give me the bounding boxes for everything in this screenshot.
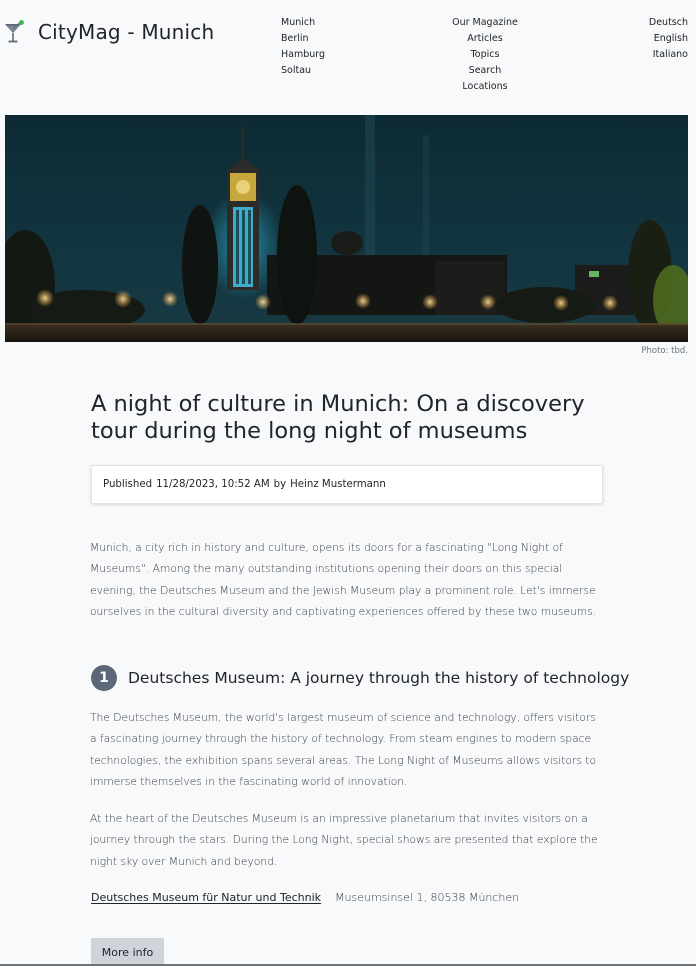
nav-city-soltau[interactable]: Soltau: [281, 63, 325, 79]
location-link[interactable]: Deutsches Museum für Natur und Technik: [91, 891, 321, 904]
lang-italiano[interactable]: Italiano: [649, 47, 688, 63]
nav-articles[interactable]: Articles: [448, 31, 522, 47]
hero-image: [5, 115, 688, 342]
nav-city-berlin[interactable]: Berlin: [281, 31, 325, 47]
nav-topics[interactable]: Topics: [448, 47, 522, 63]
location-address: Museumsinsel 1, 80538 München: [335, 891, 520, 904]
nav-search[interactable]: Search: [448, 63, 522, 79]
nav-our-magazine[interactable]: Our Magazine: [448, 15, 522, 31]
section-title: Deutsches Museum: A journey through the …: [128, 669, 630, 687]
article-title: A night of culture in Munich: On a disco…: [91, 391, 585, 444]
publication-info: Published 11/28/2023, 10:52 AM by Heinz …: [91, 465, 603, 504]
lang-english[interactable]: English: [649, 31, 688, 47]
nav-city-munich[interactable]: Munich: [281, 15, 325, 31]
nav-cities: Munich Berlin Hamburg Soltau: [281, 15, 325, 79]
section-paragraph: The Deutsches Museum, the world's larges…: [90, 711, 597, 788]
published-date: 11/28/2023, 10:52 AM: [156, 479, 270, 490]
photo-caption: Photo: tbd.: [641, 346, 688, 356]
nav-magazine: Our Magazine Articles Topics Search Loca…: [448, 15, 522, 95]
more-info-button[interactable]: More info: [91, 938, 164, 966]
section-number-badge: 1: [91, 665, 117, 691]
brand-name: CityMag - Munich: [38, 20, 215, 44]
brand[interactable]: CityMag - Munich: [4, 20, 214, 44]
nav-locations[interactable]: Locations: [448, 79, 522, 95]
location-row: Deutsches Museum für Natur und Technik M…: [91, 891, 519, 904]
author-name: Heinz Mustermann: [290, 479, 386, 490]
section-paragraph: At the heart of the Deutsches Museum is …: [90, 812, 598, 868]
museum-night-panorama: [5, 115, 688, 342]
published-prefix: Published: [103, 479, 153, 490]
cocktail-glass-icon: [5, 20, 24, 43]
nav-city-hamburg[interactable]: Hamburg: [281, 47, 325, 63]
nav-languages: Deutsch English Italiano: [649, 15, 688, 63]
published-by: by: [273, 479, 287, 490]
section-heading: 1 Deutsches Museum: A journey through th…: [91, 665, 629, 691]
lang-deutsch[interactable]: Deutsch: [649, 15, 688, 31]
article-intro: Munich, a city rich in history and cultu…: [90, 541, 597, 618]
